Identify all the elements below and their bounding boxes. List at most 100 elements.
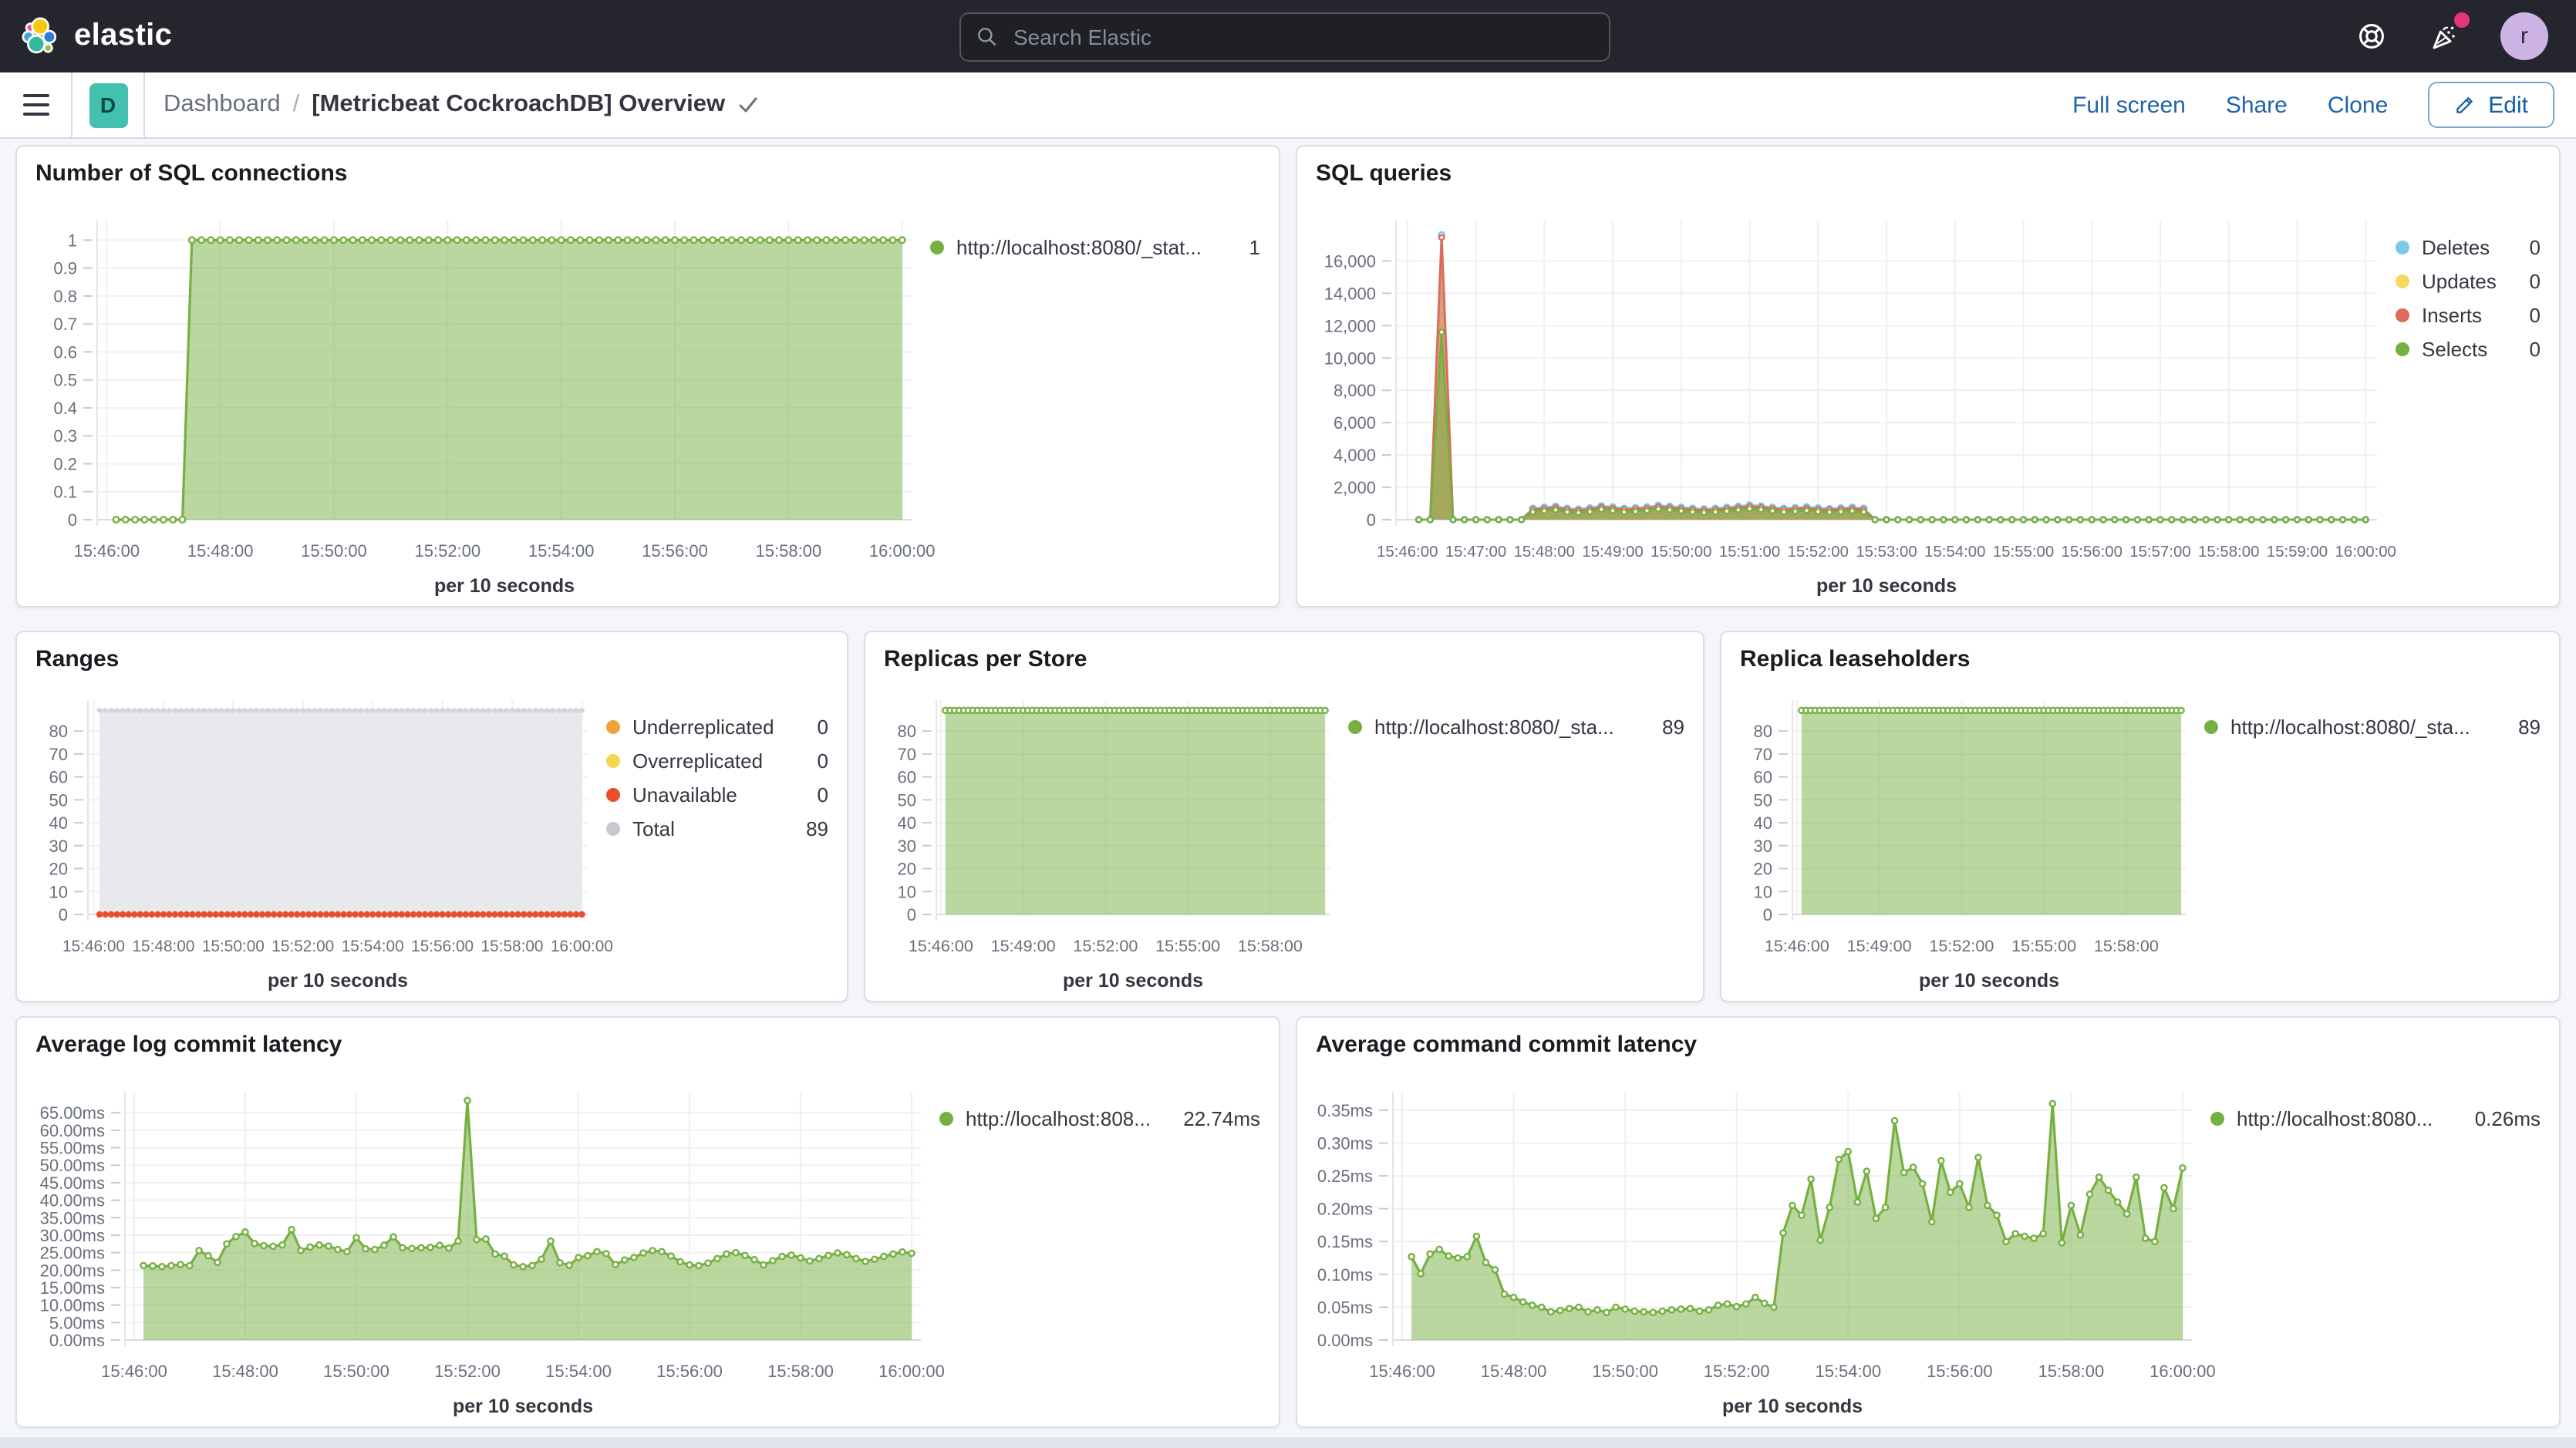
full-screen-button[interactable]: Full screen: [2072, 92, 2186, 118]
svg-text:15:49:00: 15:49:00: [991, 936, 1056, 955]
svg-text:0.7: 0.7: [53, 315, 77, 334]
bottom-edge-strip: [0, 1437, 2576, 1448]
svg-text:10: 10: [898, 882, 916, 901]
svg-text:16:00:00: 16:00:00: [869, 541, 936, 561]
svg-text:15:57:00: 15:57:00: [2129, 544, 2190, 561]
svg-text:0.10ms: 0.10ms: [1317, 1265, 1373, 1285]
notification-dot: [2454, 12, 2470, 27]
svg-text:15:54:00: 15:54:00: [1924, 544, 1985, 561]
legend-entry[interactable]: Selects0: [2396, 332, 2541, 365]
global-search[interactable]: [959, 12, 1610, 61]
legend-label: Deletes: [2422, 235, 2514, 258]
pencil-icon: [2454, 94, 2476, 116]
dashboard-badge-wrap: D: [72, 72, 145, 137]
svg-text:15:58:00: 15:58:00: [481, 938, 544, 955]
legend-entry[interactable]: http://localhost:8080/_stat...1: [930, 230, 1260, 264]
legend-dot-icon: [2210, 1111, 2224, 1125]
chart-replica-leaseholders: 0102030405060708015:46:0015:49:0015:52:0…: [1721, 675, 2559, 1001]
top-navbar: elastic: [0, 0, 2576, 72]
whats-new-icon[interactable]: [2426, 18, 2463, 55]
svg-text:0.05ms: 0.05ms: [1317, 1298, 1373, 1317]
svg-text:0: 0: [68, 510, 77, 530]
svg-text:15:46:00: 15:46:00: [101, 1362, 167, 1381]
edit-button[interactable]: Edit: [2428, 82, 2554, 128]
svg-text:2,000: 2,000: [1334, 478, 1376, 497]
svg-text:15:58:00: 15:58:00: [767, 1362, 834, 1381]
elastic-logo[interactable]: elastic: [0, 15, 390, 57]
legend-entry[interactable]: Unavailable0: [606, 777, 828, 811]
svg-text:0: 0: [907, 905, 916, 924]
svg-text:15:56:00: 15:56:00: [656, 1362, 723, 1381]
legend-value: 22.74ms: [1183, 1106, 1260, 1130]
chart-legend: http://localhost:8080/_sta...89: [2204, 709, 2541, 743]
legend-entry[interactable]: Overreplicated0: [606, 743, 828, 777]
panel-ranges: Ranges 0102030405060708015:46:0015:48:00…: [15, 631, 848, 1002]
legend-dot-icon: [1348, 719, 1362, 733]
legend-label: http://localhost:8080/_sta...: [2230, 715, 2503, 738]
dashboard-badge[interactable]: D: [89, 83, 127, 127]
user-avatar[interactable]: r: [2500, 12, 2548, 60]
brand-name: elastic: [74, 19, 172, 54]
legend-entry[interactable]: http://localhost:8080/_sta...89: [1348, 709, 1684, 743]
svg-text:15:55:00: 15:55:00: [1155, 936, 1220, 955]
legend-entry[interactable]: Total89: [606, 811, 828, 845]
svg-text:0: 0: [1763, 905, 1772, 924]
chart-legend: Deletes0Updates0Inserts0Selects0: [2396, 230, 2541, 365]
svg-text:15:46:00: 15:46:00: [1377, 544, 1438, 561]
legend-label: http://localhost:808...: [966, 1106, 1168, 1130]
legend-entry[interactable]: Inserts0: [2396, 298, 2541, 332]
svg-text:0.2: 0.2: [53, 454, 77, 473]
svg-text:0.4: 0.4: [53, 399, 77, 418]
breadcrumb-dashboard[interactable]: Dashboard: [164, 91, 281, 119]
svg-text:25.00ms: 25.00ms: [40, 1244, 105, 1263]
elastic-logo-icon: [20, 15, 62, 57]
search-input[interactable]: [1010, 22, 1593, 50]
avatar-initial: r: [2520, 23, 2528, 49]
svg-text:80: 80: [49, 722, 68, 741]
share-button[interactable]: Share: [2226, 92, 2288, 118]
legend-entry[interactable]: http://localhost:8080/_sta...89: [2204, 709, 2541, 743]
svg-text:60: 60: [1754, 768, 1772, 787]
svg-text:15:52:00: 15:52:00: [1929, 936, 1994, 955]
svg-text:6,000: 6,000: [1334, 413, 1376, 433]
chart-ranges: 0102030405060708015:46:0015:48:0015:50:0…: [17, 675, 847, 1001]
svg-text:15:50:00: 15:50:00: [1592, 1362, 1658, 1381]
legend-dot-icon: [606, 753, 620, 767]
help-icon[interactable]: [2352, 18, 2389, 55]
svg-text:0.20ms: 0.20ms: [1317, 1200, 1373, 1219]
svg-text:15:48:00: 15:48:00: [187, 541, 254, 561]
svg-text:per 10 seconds: per 10 seconds: [268, 970, 408, 992]
panel-replicas-per-store: Replicas per Store 0102030405060708015:4…: [864, 631, 1704, 1002]
legend-dot-icon: [606, 787, 620, 801]
chart-sql-queries: 02,0004,0006,0008,00010,00012,00014,0001…: [1297, 190, 2559, 606]
svg-text:1: 1: [68, 231, 77, 250]
legend-entry[interactable]: Underreplicated0: [606, 709, 828, 743]
svg-text:50.00ms: 50.00ms: [40, 1156, 105, 1175]
menu-icon[interactable]: [0, 72, 72, 137]
legend-entry[interactable]: Updates0: [2396, 264, 2541, 298]
svg-text:15:54:00: 15:54:00: [528, 541, 595, 561]
panel-sql-queries: SQL queries 02,0004,0006,0008,00010,0001…: [1296, 145, 2561, 608]
svg-text:20.00ms: 20.00ms: [40, 1261, 105, 1280]
svg-text:30: 30: [1754, 837, 1772, 856]
svg-text:15:55:00: 15:55:00: [1993, 544, 2054, 561]
legend-label: Selects: [2422, 337, 2514, 360]
title-check-icon[interactable]: [737, 94, 759, 116]
legend-entry[interactable]: Deletes0: [2396, 230, 2541, 264]
chart-legend: Underreplicated0Overreplicated0Unavailab…: [606, 709, 828, 845]
panel-average-log-commit-latency: Average log commit latency 0.00ms5.00ms1…: [15, 1016, 1280, 1428]
clone-button[interactable]: Clone: [2328, 92, 2388, 118]
chart-legend: http://localhost:8080...0.26ms: [2210, 1101, 2541, 1135]
svg-text:0: 0: [1367, 510, 1376, 530]
svg-text:60: 60: [898, 768, 916, 787]
legend-entry[interactable]: http://localhost:8080...0.26ms: [2210, 1101, 2541, 1135]
svg-text:15:58:00: 15:58:00: [756, 541, 822, 561]
svg-text:15:48:00: 15:48:00: [1514, 544, 1575, 561]
svg-text:0.6: 0.6: [53, 342, 77, 362]
svg-text:0: 0: [59, 905, 68, 924]
svg-text:15:54:00: 15:54:00: [342, 938, 404, 955]
svg-text:55.00ms: 55.00ms: [40, 1139, 105, 1158]
legend-entry[interactable]: http://localhost:808... 22.74ms: [939, 1101, 1260, 1135]
svg-text:0.30ms: 0.30ms: [1317, 1133, 1373, 1153]
svg-text:0.3: 0.3: [53, 426, 77, 446]
